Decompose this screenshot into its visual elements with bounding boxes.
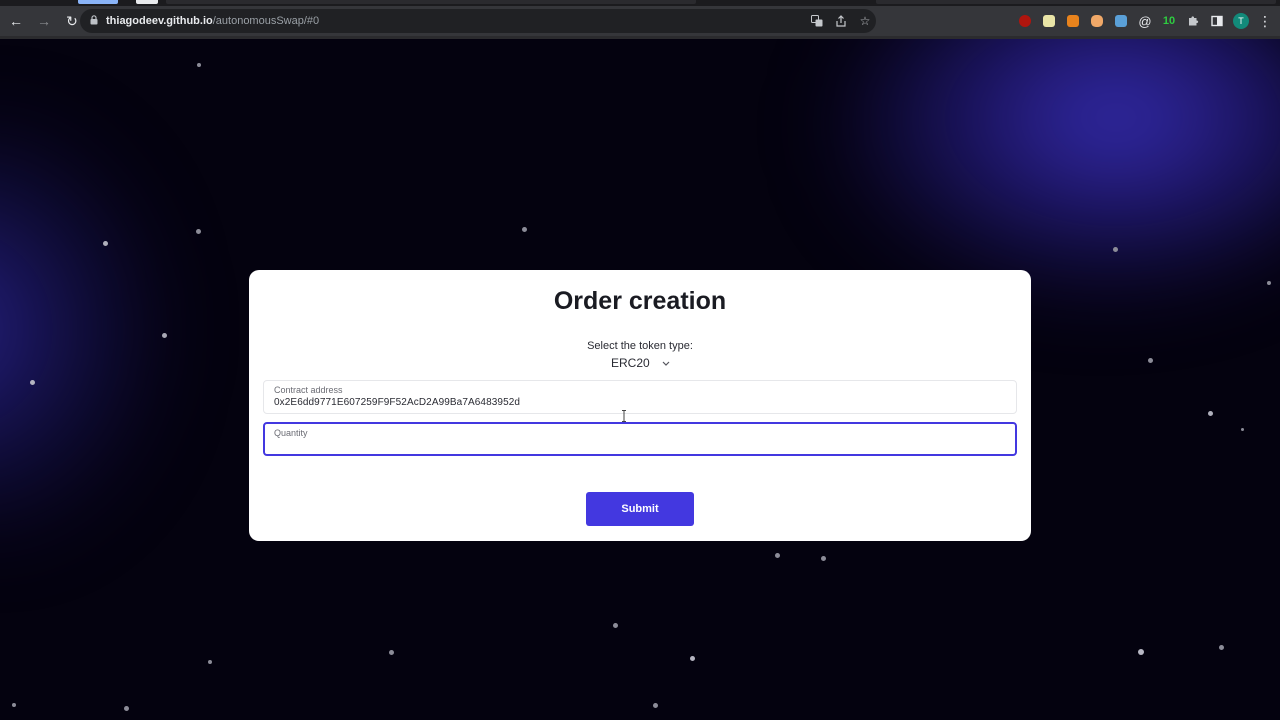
token-type-label: Select the token type: bbox=[587, 340, 693, 352]
token-type-select[interactable]: ERC20 bbox=[611, 355, 670, 371]
ublock-icon[interactable] bbox=[1014, 10, 1036, 32]
contract-address-value: 0x2E6dd9771E607259F9F52AcD2A99Ba7A648395… bbox=[274, 397, 521, 408]
star bbox=[653, 703, 658, 708]
star bbox=[208, 660, 212, 664]
sidepanel-icon[interactable] bbox=[1206, 10, 1228, 32]
star bbox=[1113, 247, 1118, 252]
share-icon[interactable] bbox=[830, 10, 852, 32]
contract-address-label: Contract address bbox=[274, 385, 343, 395]
notes-extension-icon[interactable] bbox=[1038, 10, 1060, 32]
grid-extension-icon[interactable] bbox=[1110, 10, 1132, 32]
star bbox=[775, 553, 780, 558]
chevron-down-icon bbox=[662, 358, 670, 368]
star bbox=[1219, 645, 1224, 650]
star bbox=[522, 227, 527, 232]
back-button[interactable]: ← bbox=[4, 9, 28, 33]
kebab-menu-icon[interactable]: ⋮ bbox=[1254, 10, 1276, 32]
reload-icon: ↻ bbox=[66, 12, 78, 29]
extension-icon[interactable] bbox=[1086, 10, 1108, 32]
tab-sliver-active[interactable] bbox=[78, 0, 118, 4]
star bbox=[1267, 281, 1271, 285]
extension-badge[interactable]: 10 bbox=[1158, 10, 1180, 32]
star bbox=[197, 63, 201, 67]
avatar[interactable]: T bbox=[1230, 10, 1252, 32]
profile-initial: T bbox=[1233, 13, 1249, 29]
at-sign-icon[interactable]: @ bbox=[1134, 10, 1156, 32]
tab-sliver[interactable] bbox=[166, 0, 696, 4]
star bbox=[1148, 358, 1153, 363]
submit-button[interactable]: Submit bbox=[586, 492, 694, 526]
star bbox=[30, 380, 35, 385]
star bbox=[1241, 428, 1244, 431]
quantity-label: Quantity bbox=[274, 428, 308, 438]
star bbox=[12, 703, 16, 707]
star bbox=[1208, 411, 1213, 416]
arrow-right-icon: → bbox=[37, 13, 51, 29]
forward-button[interactable]: → bbox=[32, 9, 56, 33]
page-title: Order creation bbox=[553, 287, 727, 315]
url-path: /autonomousSwap/#0 bbox=[212, 15, 320, 27]
contract-address-field[interactable]: Contract address 0x2E6dd9771E607259F9F52… bbox=[263, 380, 1017, 414]
text-cursor-icon bbox=[622, 410, 626, 422]
page-background: Order creation Select the token type: ER… bbox=[0, 39, 1280, 720]
nebula-glow-right bbox=[830, 39, 1280, 299]
lock-icon bbox=[90, 14, 98, 28]
url-host: thiagodeev.github.io bbox=[106, 15, 213, 27]
browser-toolbar: ← → ↻ thiagodeev.github.io/autonomousSwa… bbox=[0, 6, 1280, 36]
star-icon[interactable]: ☆ bbox=[854, 10, 876, 32]
star bbox=[389, 650, 394, 655]
omnibox-actions: ☆ bbox=[804, 9, 876, 33]
star bbox=[821, 556, 826, 561]
star bbox=[162, 333, 167, 338]
badge-count: 10 bbox=[1162, 15, 1176, 27]
translate-icon[interactable] bbox=[806, 10, 828, 32]
nebula-glow-left bbox=[0, 119, 160, 539]
tab-sliver[interactable] bbox=[136, 0, 158, 4]
token-type-value: ERC20 bbox=[611, 356, 650, 370]
star bbox=[1138, 649, 1144, 655]
arrow-left-icon: ← bbox=[9, 13, 23, 29]
extension-icons: @ 10 T ⋮ bbox=[1014, 9, 1278, 33]
star bbox=[690, 656, 695, 661]
star bbox=[196, 229, 201, 234]
star bbox=[103, 241, 108, 246]
address-bar[interactable]: thiagodeev.github.io/autonomousSwap/#0 ☆ bbox=[80, 9, 876, 33]
star bbox=[124, 706, 129, 711]
quantity-field[interactable]: Quantity bbox=[263, 422, 1017, 456]
tab-sliver[interactable] bbox=[876, 0, 1276, 4]
puzzle-icon[interactable] bbox=[1182, 10, 1204, 32]
order-creation-card: Order creation Select the token type: ER… bbox=[249, 270, 1031, 541]
star bbox=[613, 623, 618, 628]
metamask-fox-icon[interactable] bbox=[1062, 10, 1084, 32]
